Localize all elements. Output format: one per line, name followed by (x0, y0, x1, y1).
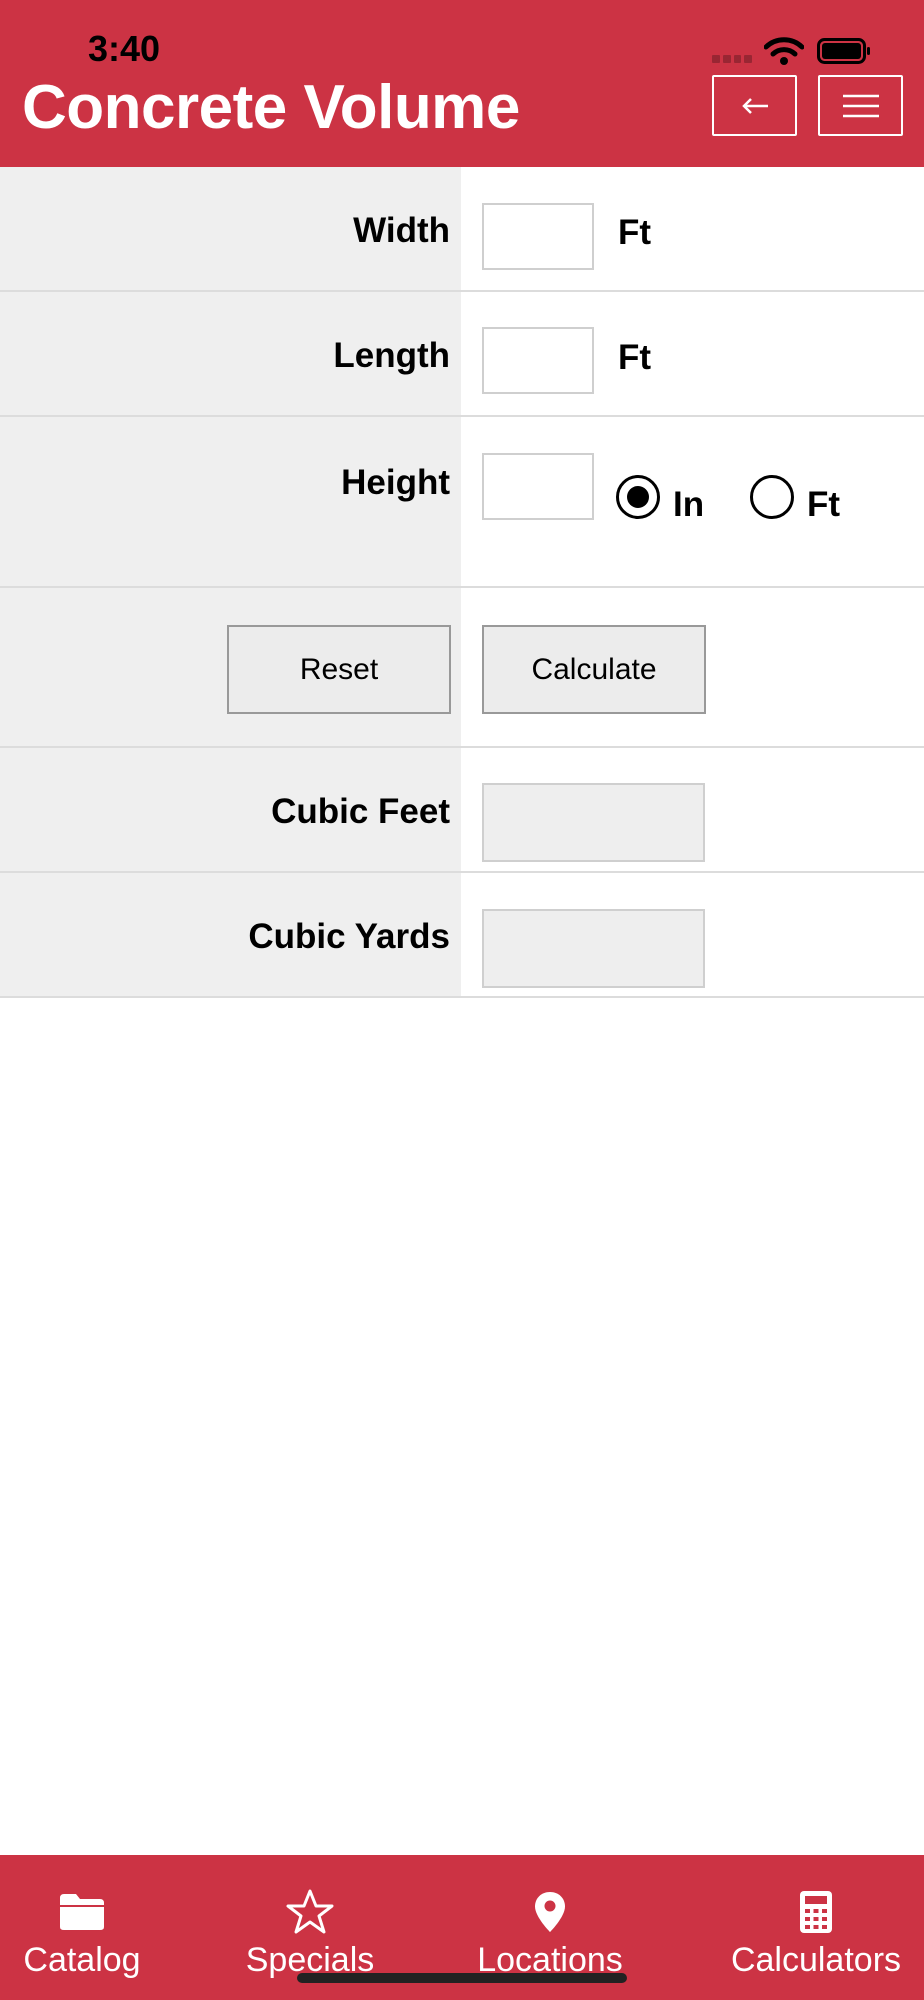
length-label: Length (333, 336, 450, 375)
height-unit-in-label: In (673, 485, 705, 524)
height-unit-ft-label: Ft (807, 485, 841, 524)
tab-catalog[interactable]: Catalog (0, 1855, 164, 2000)
hamburger-menu-icon (842, 94, 879, 117)
battery-icon (817, 38, 870, 64)
back-button[interactable] (712, 75, 797, 136)
reset-button[interactable]: Reset (227, 625, 451, 714)
cubic-yards-output (482, 909, 705, 988)
cubic-feet-label: Cubic Feet (271, 792, 450, 831)
map-pin-icon (535, 1892, 565, 1932)
menu-button[interactable] (818, 75, 903, 136)
tab-calculators-label: Calculators (730, 1941, 902, 1979)
cubic-yards-label: Cubic Yards (248, 917, 450, 956)
home-indicator (297, 1973, 627, 1983)
wifi-icon (764, 37, 804, 65)
length-row: Length Ft (0, 292, 924, 417)
calculator-icon (800, 1891, 832, 1933)
width-input[interactable] (482, 203, 594, 270)
tab-calculators[interactable]: Calculators (726, 1855, 906, 2000)
star-icon (286, 1889, 334, 1934)
length-unit: Ft (618, 338, 652, 377)
width-row: Width Ft (0, 167, 924, 292)
height-unit-ft-radio[interactable] (750, 475, 794, 519)
height-unit-in-radio[interactable] (616, 475, 660, 519)
width-unit: Ft (618, 213, 652, 252)
cellular-signal-icon (712, 55, 752, 63)
calculate-button[interactable]: Calculate (482, 625, 706, 714)
actions-row: Reset Calculate (0, 588, 924, 748)
length-input[interactable] (482, 327, 594, 394)
app-header: 3:40 Concrete Volume (0, 0, 924, 167)
width-label: Width (353, 211, 450, 250)
tab-catalog-label: Catalog (23, 1941, 141, 1979)
height-input[interactable] (482, 453, 594, 520)
cubic-feet-output (482, 783, 705, 862)
height-row: Height In Ft (0, 417, 924, 588)
folder-icon (60, 1894, 104, 1930)
arrow-left-icon (741, 97, 768, 114)
page-title: Concrete Volume (22, 73, 520, 142)
cubic-yards-row: Cubic Yards (0, 873, 924, 998)
cubic-feet-row: Cubic Feet (0, 748, 924, 873)
height-label: Height (341, 463, 450, 502)
status-time: 3:40 (88, 28, 161, 69)
